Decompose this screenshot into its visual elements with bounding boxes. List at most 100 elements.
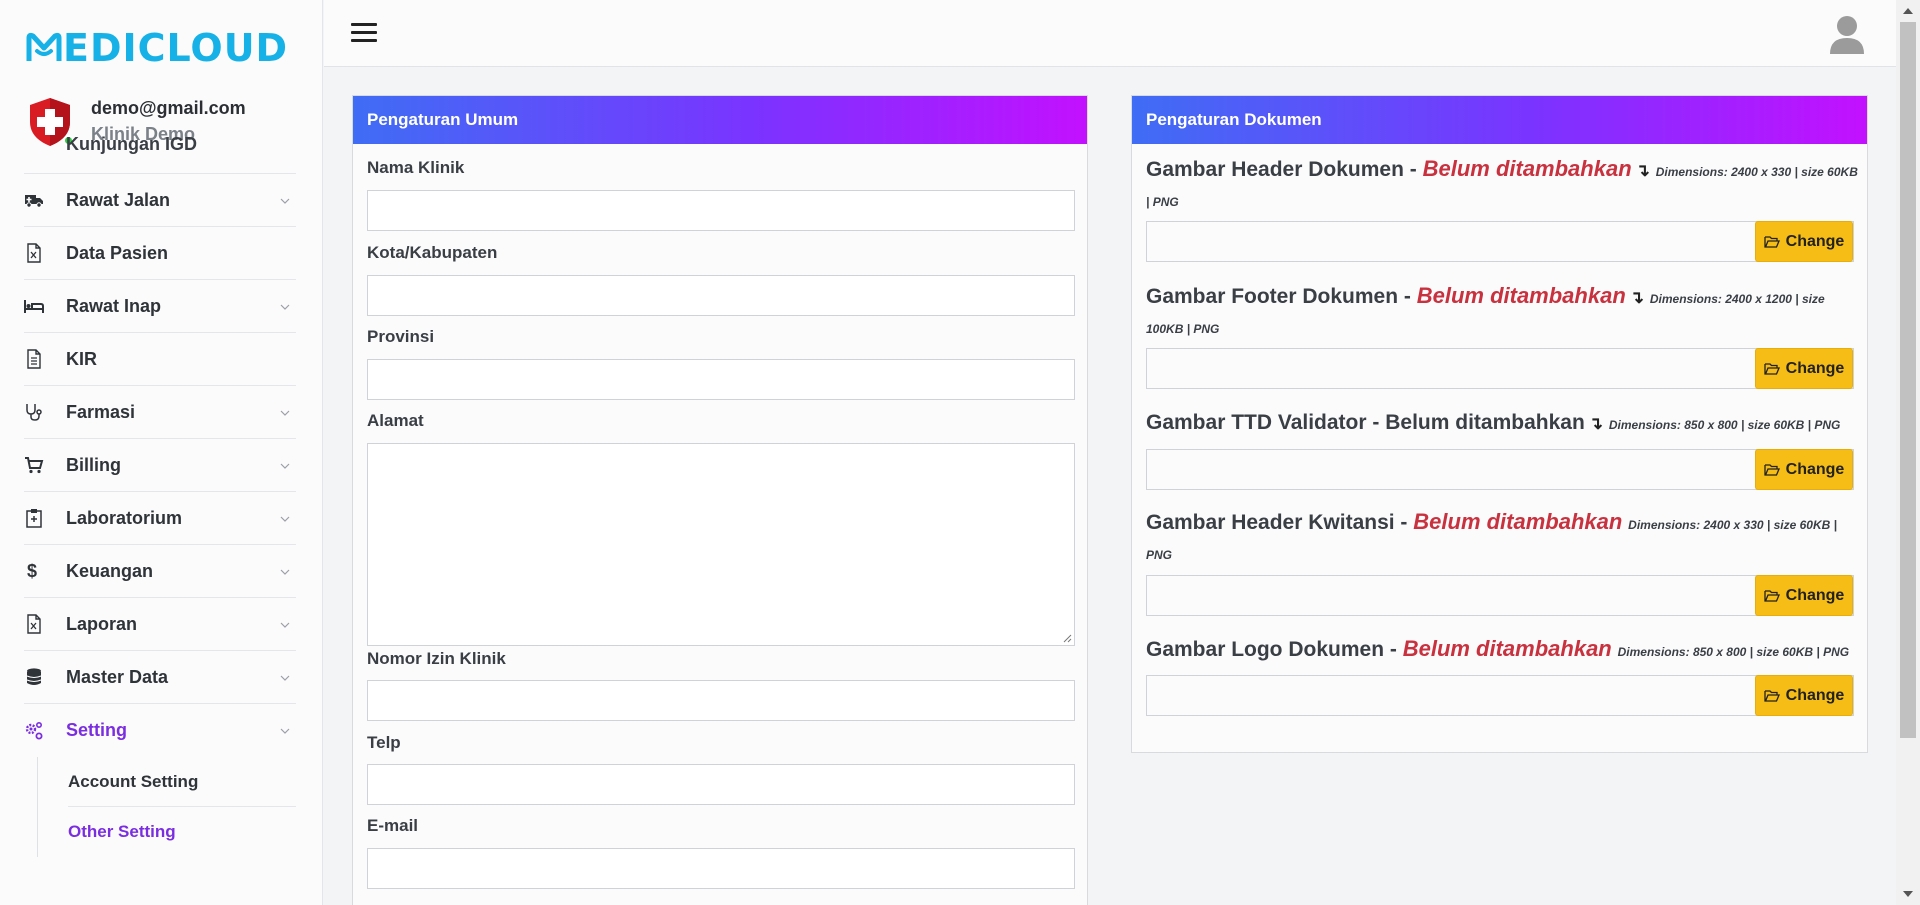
status-badge: Belum ditambahkan — [1416, 283, 1626, 308]
sidebar-item-laboratorium[interactable]: Laboratorium — [24, 492, 296, 545]
kota-input[interactable] — [367, 275, 1075, 316]
change-button[interactable]: Change — [1755, 221, 1853, 262]
logo-text: EDICLOUD — [63, 26, 289, 70]
stethoscope-icon — [24, 402, 66, 422]
folder-open-icon — [1764, 589, 1780, 602]
status-badge: Belum ditambahkan — [1402, 636, 1612, 661]
sidebar-item-billing[interactable]: Billing — [24, 439, 296, 492]
svg-text:$: $ — [27, 561, 37, 581]
chevron-down-icon — [280, 569, 290, 575]
sidebar-item-label: Laporan — [66, 613, 138, 634]
document-settings-card: Pengaturan Dokumen Gambar Header Dokumen… — [1131, 95, 1868, 753]
scroll-thumb[interactable] — [1900, 22, 1916, 738]
user-profile-icon[interactable] — [1828, 14, 1866, 54]
alamat-textarea[interactable] — [367, 443, 1075, 646]
chevron-down-icon — [280, 304, 290, 310]
status-badge: Belum ditambahkan — [1413, 509, 1623, 534]
email-input[interactable] — [367, 848, 1075, 889]
topbar — [324, 0, 1896, 67]
chevron-down-icon — [280, 198, 290, 204]
sidebar-item-label: Rawat Inap — [66, 295, 162, 316]
sidebar-item-data-pasien[interactable]: Data Pasien — [24, 227, 296, 280]
sidebar-item-farmasi[interactable]: Farmasi — [24, 386, 296, 439]
sidebar-item-label: Data Pasien — [66, 242, 169, 263]
cart-icon — [24, 455, 66, 475]
dollar-icon: $ — [24, 561, 66, 581]
submenu-item-other-setting[interactable]: Other Setting — [68, 807, 296, 857]
sidebar-item-label: KIR — [66, 348, 97, 369]
izin-input[interactable] — [367, 680, 1075, 721]
document-settings-header: Pengaturan Dokumen — [1132, 96, 1867, 144]
doc-logo-file-field[interactable]: Change — [1146, 675, 1854, 716]
change-button[interactable]: Change — [1755, 449, 1853, 490]
sidebar-item-keuangan[interactable]: $ Keuangan — [24, 545, 296, 598]
sidebar-item-label: Keuangan — [66, 560, 154, 581]
doc-ttd-title: Gambar TTD Validator - Belum ditambahkan… — [1146, 411, 1841, 434]
dimension-info: Dimensions: 850 x 800 | size 60KB | PNG — [1608, 418, 1841, 432]
sidebar-item-label: Farmasi — [66, 401, 136, 422]
provinsi-input[interactable] — [367, 359, 1075, 400]
scroll-up-arrow-icon[interactable] — [1903, 8, 1913, 14]
doc-footer-file-field[interactable]: Change — [1146, 348, 1854, 389]
sidebar-item-label: Rawat Jalan — [66, 189, 171, 210]
bed-icon — [24, 296, 66, 316]
ambulance-icon — [24, 190, 66, 210]
sidebar-menu: Kunjungan IGD Rawat Jalan Data Pasien Ra… — [24, 134, 296, 857]
document-icon — [24, 614, 66, 634]
doc-kwitansi-title: Gambar Header Kwitansi - Belum ditambahk… — [1146, 509, 1837, 562]
chevron-down-icon — [280, 463, 290, 469]
provinsi-label: Provinsi — [367, 327, 435, 346]
general-settings-header: Pengaturan Umum — [353, 96, 1087, 144]
doc-footer-title: Gambar Footer Dokumen - Belum ditambahka… — [1146, 283, 1825, 336]
alamat-label: Alamat — [367, 411, 424, 430]
sidebar-item-label: Laboratorium — [66, 507, 183, 528]
dimension-info: Dimensions: 850 x 800 | size 60KB | PNG — [1617, 645, 1850, 659]
chevron-down-icon — [280, 622, 290, 628]
doc-ttd-file-field[interactable]: Change — [1146, 449, 1854, 490]
izin-label: Nomor Izin Klinik — [367, 649, 506, 668]
sidebar-item-kir[interactable]: KIR — [24, 333, 296, 386]
chevron-down-icon — [280, 410, 290, 416]
chevron-down-icon — [280, 675, 290, 681]
resize-handle-icon[interactable] — [1062, 633, 1072, 643]
folder-open-icon — [1764, 463, 1780, 476]
logo-m-icon — [26, 32, 62, 61]
sidebar-item-label: Kunjungan IGD — [66, 134, 197, 154]
email-label: E-mail — [367, 816, 419, 835]
hamburger-menu-icon[interactable] — [351, 23, 377, 43]
telp-input[interactable] — [367, 764, 1075, 805]
kota-label: Kota/Kabupaten — [367, 243, 498, 262]
file-text-icon — [24, 349, 66, 369]
doc-kwitansi-file-field[interactable]: Change — [1146, 575, 1854, 616]
sidebar-item-laporan[interactable]: Laporan — [24, 598, 296, 651]
sidebar-item-label: Billing — [66, 454, 121, 475]
sidebar-item-setting[interactable]: Setting — [24, 704, 296, 757]
scroll-down-arrow-icon[interactable] — [1903, 891, 1913, 897]
nama-klinik-label: Nama Klinik — [367, 158, 465, 177]
cogs-icon — [24, 721, 66, 741]
clipboard-icon — [24, 508, 66, 528]
doc-header-file-field[interactable]: Change — [1146, 221, 1854, 262]
folder-open-icon — [1764, 362, 1780, 375]
general-settings-card: Pengaturan Umum Nama Klinik Kota/Kabupat… — [352, 95, 1088, 905]
page-scrollbar[interactable] — [1896, 0, 1920, 905]
logo[interactable]: EDICLOUD — [26, 28, 288, 68]
chevron-down-icon — [280, 516, 290, 522]
sidebar: EDICLOUD demo@gmail.com Klinik Demo Kunj… — [0, 0, 323, 905]
submenu-item-account-setting[interactable]: Account Setting — [68, 757, 296, 807]
doc-header-title: Gambar Header Dokumen - Belum ditambahka… — [1146, 156, 1858, 209]
nama-klinik-input[interactable] — [367, 190, 1075, 231]
folder-open-icon — [1764, 235, 1780, 248]
sidebar-item-label: Setting — [66, 720, 127, 740]
database-icon — [24, 667, 66, 687]
sidebar-item-master-data[interactable]: Master Data — [24, 651, 296, 704]
change-button[interactable]: Change — [1755, 675, 1853, 716]
doc-logo-title: Gambar Logo Dokumen - Belum ditambahkan … — [1146, 636, 1850, 661]
chevron-down-icon — [280, 728, 290, 734]
sidebar-item-kunjungan-igd[interactable]: Kunjungan IGD — [24, 132, 296, 174]
sidebar-item-rawat-inap[interactable]: Rawat Inap — [24, 280, 296, 333]
change-button[interactable]: Change — [1755, 575, 1853, 616]
change-button[interactable]: Change — [1755, 348, 1853, 389]
sidebar-item-label: Master Data — [66, 666, 169, 687]
sidebar-item-rawat-jalan[interactable]: Rawat Jalan — [24, 174, 296, 227]
